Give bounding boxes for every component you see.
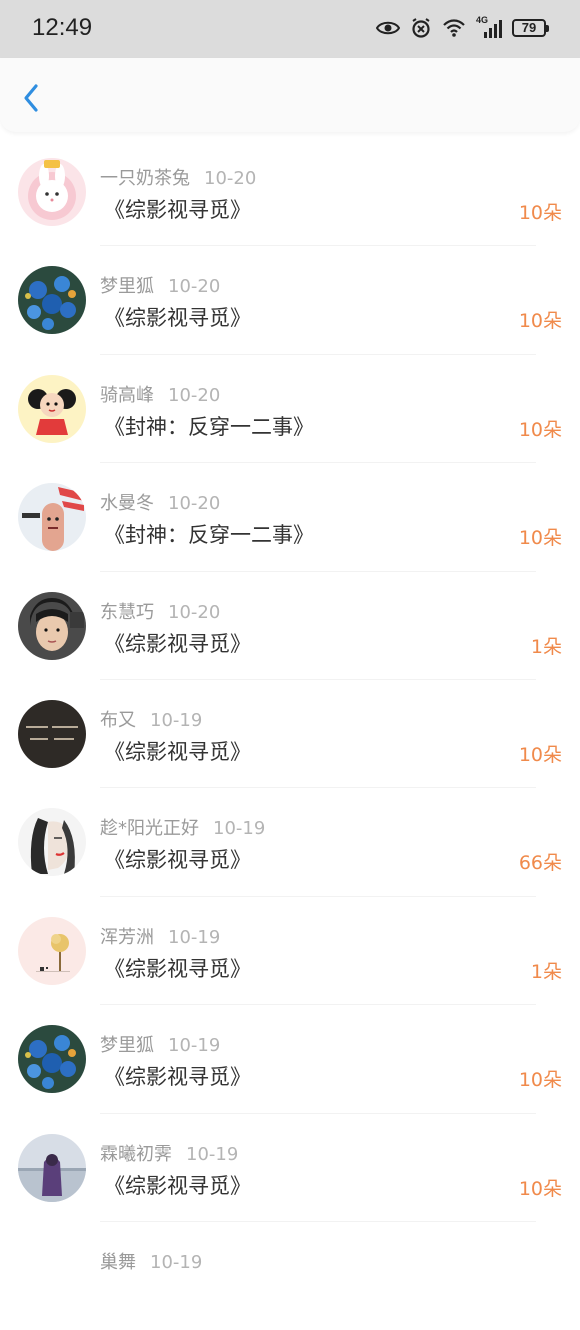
- list-item[interactable]: 霖曦初霁 10-19 《综影视寻觅》 10朵: [0, 1114, 580, 1223]
- back-arrow-icon[interactable]: [14, 78, 48, 118]
- avatar: [18, 1025, 86, 1094]
- cellular-signal-icon: 4G: [476, 15, 502, 39]
- book-title: 《综影视寻觅》: [104, 848, 251, 873]
- gift-amount: 1朵: [530, 960, 562, 983]
- avatar: [18, 699, 86, 768]
- gift-amount: 66朵: [518, 852, 562, 875]
- gift-amount: 10朵: [518, 527, 562, 550]
- sender-name: 骑高峰: [100, 384, 154, 406]
- sender-meta: 一只奶茶兔 10-20: [100, 164, 256, 190]
- sender-meta: 布又 10-19: [100, 706, 202, 732]
- battery-icon: 79: [512, 19, 549, 37]
- gift-date: 10-20: [168, 276, 221, 298]
- sender-meta: 趁*阳光正好 10-19: [100, 814, 265, 840]
- gift-amount: 10朵: [518, 1177, 562, 1200]
- wifi-icon: [442, 18, 466, 38]
- eye-icon: [376, 19, 400, 37]
- sender-meta: 东慧巧 10-20: [100, 598, 220, 624]
- sender-name: 趁*阳光正好: [100, 818, 199, 840]
- sender-meta: 巢舞 10-19: [100, 1248, 202, 1274]
- gift-date: 10-19: [150, 1251, 203, 1273]
- book-title: 《综影视寻觅》: [104, 956, 251, 981]
- list-item[interactable]: 梦里狐 10-20 《综影视寻觅》 10朵: [0, 246, 580, 356]
- avatar: [18, 916, 86, 985]
- sender-name: 梦里狐: [100, 276, 154, 298]
- sender-name: 一只奶茶兔: [100, 168, 190, 189]
- list-item[interactable]: 巢舞 10-19: [0, 1222, 580, 1330]
- gift-date: 10-20: [168, 493, 221, 515]
- list-item[interactable]: 趁*阳光正好 10-19 《综影视寻觅》 66朵: [0, 788, 580, 898]
- list-item[interactable]: 骑高峰 10-20 《封神：反穿一二事》 10朵: [0, 355, 580, 464]
- gift-amount: 10朵: [518, 418, 562, 441]
- sender-meta: 梦里狐 10-19: [100, 1031, 220, 1057]
- list-item[interactable]: 布又 10-19 《综影视寻觅》 10朵: [0, 680, 580, 789]
- sender-name: 布又: [100, 709, 136, 731]
- sender-meta: 水曼冬 10-20: [100, 489, 220, 515]
- book-title: 《综影视寻觅》: [104, 739, 251, 764]
- book-title: 《综影视寻觅》: [104, 306, 251, 331]
- book-title: 《综影视寻觅》: [104, 631, 251, 656]
- status-time: 12:49: [32, 14, 93, 41]
- sender-name: 水曼冬: [100, 493, 154, 515]
- avatar: [18, 591, 86, 660]
- gift-amount: 1朵: [530, 635, 562, 658]
- gift-date: 10-19: [168, 1035, 221, 1057]
- alarm-off-icon: [410, 17, 432, 39]
- network-type-label: 4G: [476, 15, 489, 25]
- status-icons: 4G 79: [376, 15, 549, 40]
- gift-date: 10-19: [186, 1143, 239, 1165]
- sender-name: 浑芳洲: [100, 926, 154, 948]
- gift-date: 10-19: [150, 709, 203, 731]
- list-item[interactable]: 浑芳洲 10-19 《综影视寻觅》 1朵: [0, 897, 580, 1006]
- app-header: [0, 58, 580, 132]
- list-item[interactable]: 东慧巧 10-20 《综影视寻觅》 1朵: [0, 572, 580, 681]
- sender-name: 梦里狐: [100, 1035, 154, 1057]
- sender-name: 东慧巧: [100, 601, 154, 623]
- sender-meta: 梦里狐 10-20: [100, 272, 220, 298]
- avatar: [18, 808, 86, 877]
- sender-meta: 浑芳洲 10-19: [100, 923, 220, 949]
- gift-date: 10-19: [213, 818, 266, 840]
- gift-amount: 10朵: [518, 310, 562, 333]
- gift-record-list: 一只奶茶兔 10-20 《综影视寻觅》 10朵 梦里狐 10-20 《综影视寻觅》 …: [0, 138, 580, 1330]
- sender-name: 巢舞: [100, 1251, 136, 1273]
- book-title: 《综影视寻觅》: [104, 1065, 251, 1090]
- sender-meta: 霖曦初霁 10-19: [100, 1140, 238, 1166]
- avatar: [18, 266, 86, 335]
- gift-date: 10-19: [168, 926, 221, 948]
- list-item[interactable]: 梦里狐 10-19 《综影视寻觅》 10朵: [0, 1005, 580, 1114]
- avatar: [18, 483, 86, 552]
- book-title: 《综影视寻觅》: [104, 1173, 251, 1198]
- sender-meta: 骑高峰 10-20: [100, 381, 220, 407]
- sender-name: 霖曦初霁: [100, 1143, 172, 1165]
- gift-amount: 10朵: [518, 743, 562, 766]
- book-title: 《封神：反穿一二事》: [104, 523, 314, 548]
- book-title: 《封神：反穿一二事》: [104, 414, 314, 439]
- avatar: [18, 1133, 86, 1202]
- gift-date: 10-20: [168, 601, 221, 623]
- gift-date: 10-20: [204, 168, 257, 189]
- status-bar: 12:49 4G 79: [0, 0, 580, 58]
- list-item[interactable]: 水曼冬 10-20 《封神：反穿一二事》 10朵: [0, 463, 580, 572]
- book-title: 《综影视寻觅》: [104, 198, 251, 222]
- avatar: [18, 374, 86, 443]
- avatar: [18, 158, 86, 226]
- gift-date: 10-20: [168, 384, 221, 406]
- list-item[interactable]: 一只奶茶兔 10-20 《综影视寻觅》 10朵: [0, 138, 580, 247]
- gift-amount: 10朵: [518, 202, 562, 224]
- gift-amount: 10朵: [518, 1069, 562, 1092]
